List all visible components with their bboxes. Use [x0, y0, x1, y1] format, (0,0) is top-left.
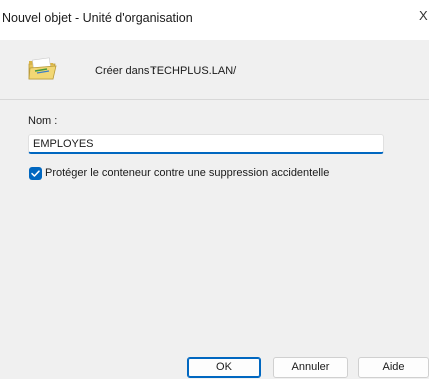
- name-input[interactable]: [28, 134, 384, 154]
- create-in-label: Créer dans :: [95, 65, 156, 77]
- close-button[interactable]: X: [419, 8, 429, 28]
- checkmark-icon: [31, 170, 40, 177]
- protect-checkbox[interactable]: [29, 167, 42, 180]
- cancel-button[interactable]: Annuler: [273, 357, 348, 378]
- folder-icon: [28, 57, 57, 80]
- protect-checkbox-label[interactable]: Protéger le conteneur contre une suppres…: [45, 167, 329, 179]
- ok-button[interactable]: OK: [187, 357, 261, 378]
- help-button[interactable]: Aide: [358, 357, 429, 378]
- window-title: Nouvel objet - Unité d'organisation: [2, 11, 193, 25]
- new-ou-dialog: Nouvel objet - Unité d'organisation X Cr…: [0, 0, 429, 379]
- create-in-path: TECHPLUS.LAN/: [150, 65, 237, 77]
- title-bar[interactable]: Nouvel objet - Unité d'organisation X: [0, 0, 429, 40]
- name-label: Nom :: [28, 115, 58, 127]
